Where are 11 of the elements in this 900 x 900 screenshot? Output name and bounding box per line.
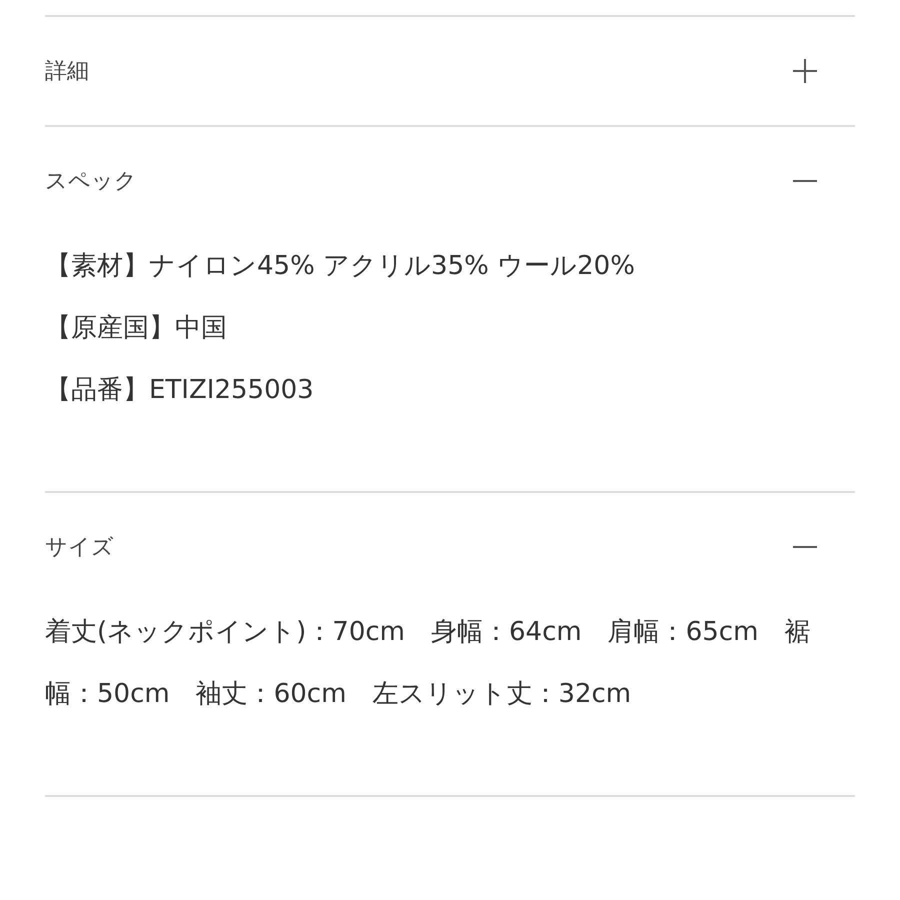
accordion-header[interactable]: スペック (45, 127, 855, 235)
section-title: 詳細 (45, 58, 89, 86)
detail-text: 着丈(ネックポイント)：70cm 身幅：64cm 肩幅：65cm 裾幅：50cm 袖丈：60cm 左スリット丈：32cm (45, 616, 812, 711)
detail-text: 【素材】ナイロン45% アクリル35% ウール20% (45, 250, 636, 283)
section-title: サイズ (45, 534, 114, 562)
section-title: スペック (45, 168, 137, 196)
detail-text: 【原産国】中国 (45, 312, 228, 345)
accordion-header[interactable]: サイズ (45, 493, 855, 601)
plus-icon[interactable] (792, 58, 818, 84)
detail-text: 【品番】ETIZI255003 (45, 374, 315, 407)
accordion-header[interactable]: 詳細 (45, 17, 855, 125)
